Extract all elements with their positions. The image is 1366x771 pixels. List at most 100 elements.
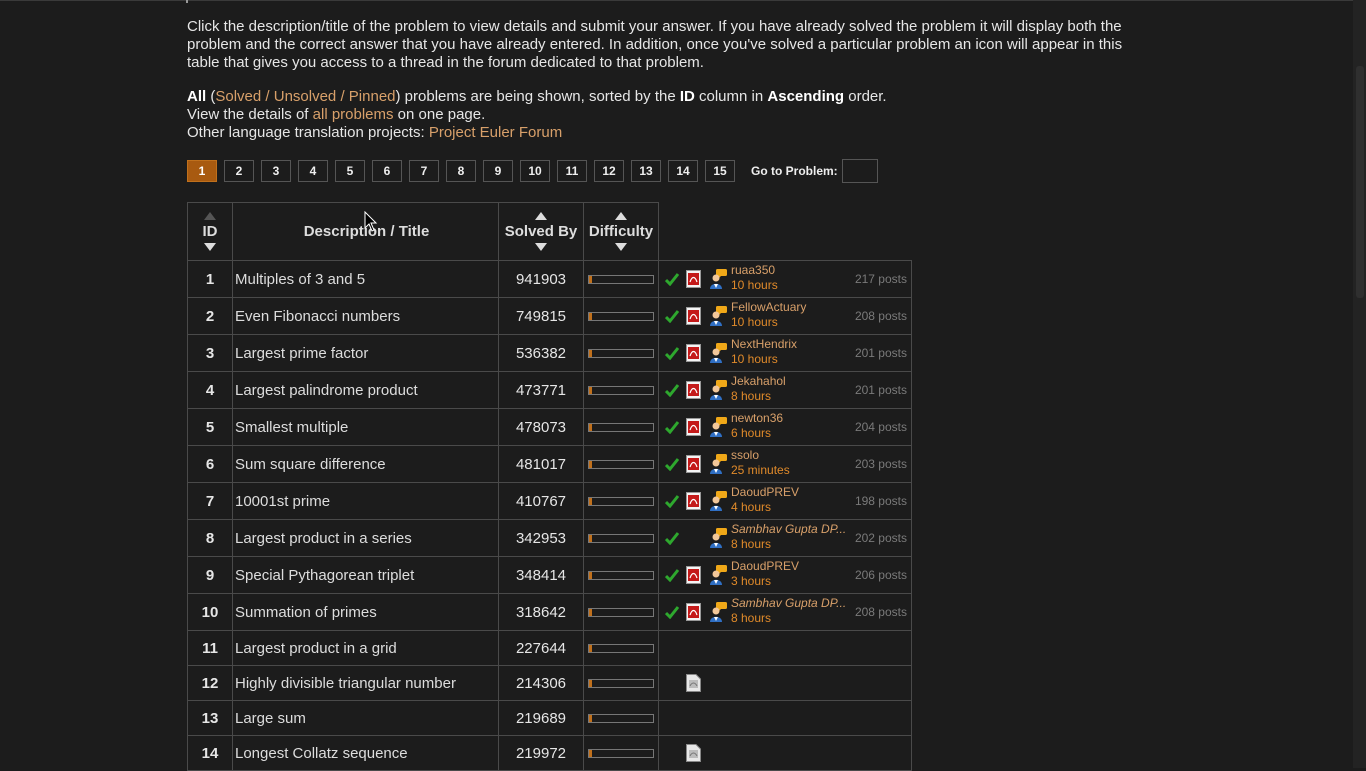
pdf-icon[interactable] — [686, 344, 701, 362]
goto-problem-input[interactable] — [841, 159, 878, 183]
sort-desc-icon[interactable] — [204, 243, 216, 251]
last-post-user-link[interactable]: Sambhav Gupta DP... — [731, 522, 846, 536]
forum-thread-icon[interactable] — [709, 417, 727, 437]
forum-thread-icon[interactable] — [709, 380, 727, 400]
last-post-user-link[interactable]: newton36 — [731, 411, 783, 425]
solved-by-count: 227644 — [498, 630, 584, 666]
problem-title-link[interactable]: Largest product in a series — [235, 530, 412, 547]
last-post-user-link[interactable]: NextHendrix — [731, 337, 797, 351]
pdf-icon[interactable] — [686, 455, 701, 473]
scrollbar[interactable] — [1353, 0, 1366, 768]
last-post-user-link[interactable]: DaoudPREV — [731, 559, 799, 573]
difficulty-column-header[interactable]: Difficulty — [583, 202, 659, 261]
difficulty-bar-fill — [589, 387, 593, 395]
problem-title-link[interactable]: Smallest multiple — [235, 419, 348, 436]
difficulty-bar — [588, 714, 654, 724]
forum-thread-icon[interactable] — [709, 306, 727, 326]
check-icon — [665, 569, 679, 582]
page-button-13[interactable]: 13 — [631, 160, 661, 182]
pdf-icon[interactable] — [686, 674, 701, 692]
difficulty-bar-fill — [589, 535, 593, 543]
extra-cell: ssolo 25 minutes 203 posts — [658, 445, 912, 483]
table-row: 1 Multiples of 3 and 5 941903 ruaa350 10 hou… — [187, 260, 912, 298]
extra-cell: ruaa350 10 hours 217 posts — [658, 260, 912, 298]
pdf-icon[interactable] — [686, 744, 701, 762]
forum-thread-icon[interactable] — [709, 491, 727, 511]
difficulty-bar — [588, 460, 654, 470]
problem-title-link[interactable]: Longest Collatz sequence — [235, 745, 408, 762]
problem-title-link[interactable]: Even Fibonacci numbers — [235, 308, 400, 325]
page-button-6[interactable]: 6 — [372, 160, 402, 182]
page-button-2[interactable]: 2 — [224, 160, 254, 182]
post-count: 206 posts — [854, 568, 907, 582]
problem-title-link[interactable]: Largest product in a grid — [235, 640, 397, 657]
project-euler-forum-link[interactable]: Project Euler Forum — [429, 124, 562, 141]
pdf-icon[interactable] — [686, 418, 701, 436]
last-post-user-link[interactable]: Jekahahol — [731, 374, 786, 388]
page-button-5[interactable]: 5 — [335, 160, 365, 182]
page-button-7[interactable]: 7 — [409, 160, 439, 182]
pdf-icon[interactable] — [686, 307, 701, 325]
sort-desc-icon[interactable] — [615, 243, 627, 251]
problem-title-link[interactable]: 10001st prime — [235, 493, 330, 510]
page-button-1[interactable]: 1 — [187, 160, 217, 182]
page-button-3[interactable]: 3 — [261, 160, 291, 182]
forum-thread-icon[interactable] — [709, 269, 727, 289]
all-problems-link[interactable]: all problems — [313, 106, 394, 123]
problem-title-link[interactable]: Sum square difference — [235, 456, 386, 473]
forum-thread-icon[interactable] — [709, 454, 727, 474]
difficulty-bar-fill — [589, 572, 593, 580]
last-post-user-link[interactable]: ruaa350 — [731, 263, 775, 277]
filter-pinned-link[interactable]: Pinned — [349, 88, 396, 105]
table-header-row: ID Description / Title Solved By Difficu… — [187, 202, 912, 261]
forum-thread-icon[interactable] — [709, 343, 727, 363]
scrollbar-thumb[interactable] — [1356, 66, 1364, 298]
page-button-14[interactable]: 14 — [668, 160, 698, 182]
problem-title-link[interactable]: Special Pythagorean triplet — [235, 567, 414, 584]
last-post-info: ruaa350 10 hours — [731, 263, 778, 293]
solved-by-count: 342953 — [498, 519, 584, 557]
last-post-user-link[interactable]: ssolo — [731, 448, 759, 462]
last-post-user-link[interactable]: FellowActuary — [731, 300, 806, 314]
page-button-9[interactable]: 9 — [483, 160, 513, 182]
pdf-icon[interactable] — [686, 270, 701, 288]
problem-title-link[interactable]: Largest palindrome product — [235, 382, 418, 399]
page-button-10[interactable]: 10 — [520, 160, 550, 182]
sort-asc-icon[interactable] — [204, 212, 216, 220]
page-button-12[interactable]: 12 — [594, 160, 624, 182]
last-post-user-link[interactable]: DaoudPREV — [731, 485, 799, 499]
page-button-8[interactable]: 8 — [446, 160, 476, 182]
check-icon — [665, 347, 679, 360]
forum-thread-icon[interactable] — [709, 602, 727, 622]
sort-asc-icon[interactable] — [615, 212, 627, 220]
last-post-user-link[interactable]: Sambhav Gupta DP... — [731, 596, 846, 610]
problem-title-link[interactable]: Multiples of 3 and 5 — [235, 271, 365, 288]
pdf-icon[interactable] — [686, 492, 701, 510]
page-button-4[interactable]: 4 — [298, 160, 328, 182]
problem-title-link[interactable]: Highly divisible triangular number — [235, 675, 456, 692]
post-count: 208 posts — [854, 309, 907, 323]
page-button-11[interactable]: 11 — [557, 160, 587, 182]
pdf-icon[interactable] — [686, 381, 701, 399]
problem-title-cell: Summation of primes — [232, 593, 499, 631]
pdf-icon[interactable] — [686, 603, 701, 621]
problem-title-link[interactable]: Large sum — [235, 710, 306, 727]
page-button-15[interactable]: 15 — [705, 160, 735, 182]
solved-by-column-header[interactable]: Solved By — [498, 202, 584, 261]
table-row: 5 Smallest multiple 478073 newton36 6 hours 2… — [187, 408, 912, 446]
id-column-header[interactable]: ID — [187, 202, 233, 261]
problem-title-link[interactable]: Largest prime factor — [235, 345, 368, 362]
filter-solved-link[interactable]: Solved — [215, 88, 261, 105]
problem-title-cell: Longest Collatz sequence — [232, 735, 499, 771]
sort-desc-icon[interactable] — [535, 243, 547, 251]
problem-title-link[interactable]: Summation of primes — [235, 604, 377, 621]
forum-thread-icon[interactable] — [709, 528, 727, 548]
filter-unsolved-link[interactable]: Unsolved — [274, 88, 337, 105]
post-count: 202 posts — [854, 531, 907, 545]
forum-thread-icon[interactable] — [709, 565, 727, 585]
difficulty-bar-fill — [589, 498, 593, 506]
id-header-label: ID — [202, 223, 218, 240]
table-row: 3 Largest prime factor 536382 NextHendrix 10… — [187, 334, 912, 372]
pdf-icon[interactable] — [686, 566, 701, 584]
sort-asc-icon[interactable] — [535, 212, 547, 220]
